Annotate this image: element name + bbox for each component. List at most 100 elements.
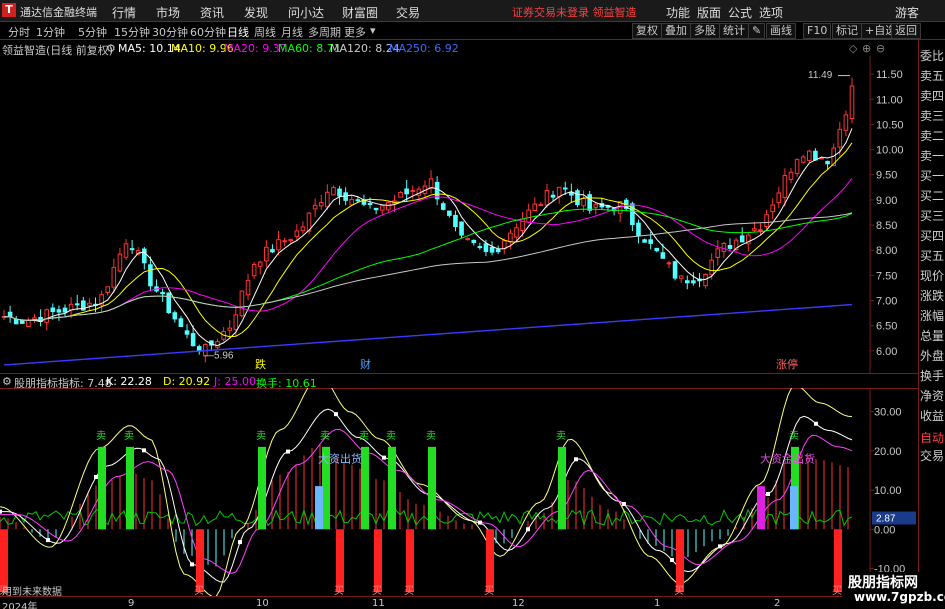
- rp-price[interactable]: 现价: [920, 266, 944, 286]
- candle-body: [349, 199, 355, 206]
- candle-body: [447, 210, 452, 216]
- menu-gongshi[interactable]: 公式: [728, 4, 752, 21]
- candle-body: [813, 150, 818, 161]
- sell-signal-bar: [258, 446, 266, 530]
- period-1min[interactable]: 1分钟: [36, 24, 65, 40]
- candle-body: [294, 230, 300, 237]
- candle-body: [239, 290, 245, 317]
- candle-body: [26, 319, 31, 328]
- rp-turnover[interactable]: 换手: [920, 366, 944, 386]
- settings-icon[interactable]: ⚙: [106, 42, 116, 55]
- indicator-tick-label: 20.00: [874, 446, 902, 458]
- tool-duogu[interactable]: 多股: [690, 23, 720, 39]
- period-daily[interactable]: 日线: [227, 24, 249, 40]
- candle-body: [691, 280, 696, 284]
- zoom-icon[interactable]: ⊕: [862, 42, 871, 55]
- tool-huaxian[interactable]: 画线: [766, 23, 796, 39]
- k-line-dot: [718, 544, 722, 549]
- price-tick-label: 6.50: [876, 321, 897, 333]
- period-15min[interactable]: 15分钟: [114, 24, 150, 40]
- rp-sell5[interactable]: 卖五: [920, 66, 944, 86]
- sell-signal-bar: [558, 446, 566, 530]
- menu-xuanxiang[interactable]: 选项: [759, 4, 783, 21]
- menu-hangqing[interactable]: 行情: [112, 4, 136, 21]
- period-weekly[interactable]: 周线: [254, 24, 276, 40]
- candle-body: [581, 197, 586, 207]
- period-60min[interactable]: 60分钟: [190, 24, 226, 40]
- kline-chart[interactable]: 11.50 11.00 10.50 10.00 9.50 9.00 8.50 8.00 7.50…: [0, 56, 918, 374]
- period-multi[interactable]: 多周期: [308, 24, 341, 40]
- rp-sell4[interactable]: 卖四: [920, 86, 944, 106]
- menu-gongneng[interactable]: 功能: [666, 4, 690, 21]
- future-data-note: 用到未来数据: [2, 587, 62, 598]
- chevron-down-icon[interactable]: ▾: [370, 24, 376, 37]
- indicator-settings-icon[interactable]: ⚙: [2, 375, 12, 388]
- period-monthly[interactable]: 月线: [281, 24, 303, 40]
- price-tick-label: 6.00: [876, 346, 897, 358]
- buy-signal-label: 买: [334, 585, 344, 596]
- price-tick-label: 10.00: [876, 145, 904, 157]
- sell-signal-label: 卖: [556, 430, 566, 442]
- rp-change-pct[interactable]: 涨幅: [920, 306, 944, 326]
- period-more[interactable]: 更多: [344, 24, 366, 40]
- rp-earning[interactable]: 收益: [920, 406, 944, 426]
- candle-body: [68, 303, 74, 311]
- candle-body: [440, 203, 446, 210]
- period-fenshi[interactable]: 分时: [8, 24, 30, 40]
- rp-auto[interactable]: 自动: [920, 428, 944, 448]
- tool-diejia[interactable]: 叠加: [661, 23, 691, 39]
- zoom-out-icon[interactable]: ⊖: [876, 42, 885, 55]
- rp-trade[interactable]: 交易: [920, 446, 944, 466]
- watermark: 股朋指标网 www.7gpzb.com: [842, 572, 945, 609]
- candle-body: [508, 232, 513, 242]
- tool-fuquan[interactable]: 复权: [632, 23, 662, 39]
- rp-buy5[interactable]: 买五: [920, 246, 944, 266]
- period-30min[interactable]: 30分钟: [152, 24, 188, 40]
- login-warning[interactable]: 证券交易未登录 领益智造: [512, 4, 637, 20]
- buy-signal-bar: [834, 529, 842, 593]
- menu-shichang[interactable]: 市场: [156, 4, 180, 21]
- rp-weibi[interactable]: 委比: [920, 46, 944, 66]
- buy-signal-label: 买: [484, 585, 494, 596]
- indicator-chart[interactable]: 30.0020.0010.000.00-10.0014:5614:5614:56…: [0, 388, 918, 596]
- candle-body: [636, 222, 641, 237]
- diamond-icon[interactable]: ◇: [849, 42, 857, 55]
- tool-f10[interactable]: F10: [803, 23, 832, 39]
- menu-banmian[interactable]: 版面: [697, 4, 721, 21]
- candle-body: [684, 280, 690, 284]
- buy-signal-bar: [374, 529, 382, 593]
- rp-buy3[interactable]: 买三: [920, 206, 944, 226]
- candle-body: [50, 307, 56, 313]
- rp-outer[interactable]: 外盘: [920, 346, 944, 366]
- period-5min[interactable]: 5分钟: [78, 24, 107, 40]
- tool-biaoji[interactable]: 标记: [832, 23, 862, 39]
- menu-zixun[interactable]: 资讯: [200, 4, 224, 21]
- draw-line-icon[interactable]: ✎: [748, 23, 766, 39]
- candle-body: [227, 327, 233, 331]
- guest-button[interactable]: 游客: [895, 4, 919, 21]
- rp-sell3[interactable]: 卖三: [920, 106, 944, 126]
- big-money-bar: [315, 486, 323, 530]
- price-tick-label: 9.00: [876, 195, 897, 207]
- candle-body: [257, 261, 263, 267]
- candle-body: [550, 194, 556, 198]
- rp-sell1[interactable]: 卖一: [920, 146, 944, 166]
- rp-buy1[interactable]: 买一: [920, 166, 944, 186]
- candle-body: [343, 192, 348, 201]
- candle-body: [654, 247, 660, 252]
- tool-tongji[interactable]: 统计: [719, 23, 749, 39]
- rp-buy4[interactable]: 买四: [920, 226, 944, 246]
- menu-caifuquan[interactable]: 财富圈: [342, 4, 378, 21]
- tool-back[interactable]: 返回: [891, 23, 921, 39]
- k-line-dot: [46, 538, 50, 543]
- rp-volume[interactable]: 总量: [920, 326, 944, 346]
- rp-change[interactable]: 涨跌: [920, 286, 944, 306]
- rp-buy2[interactable]: 买二: [920, 186, 944, 206]
- rp-netasset[interactable]: 净资: [920, 386, 944, 406]
- candle-body: [788, 171, 794, 180]
- menu-wenxiaoda[interactable]: 问小达: [288, 4, 324, 21]
- rp-sell2[interactable]: 卖二: [920, 126, 944, 146]
- candle-body: [453, 214, 458, 228]
- menu-jiaoyi[interactable]: 交易: [396, 4, 420, 21]
- menu-faxian[interactable]: 发现: [244, 4, 268, 21]
